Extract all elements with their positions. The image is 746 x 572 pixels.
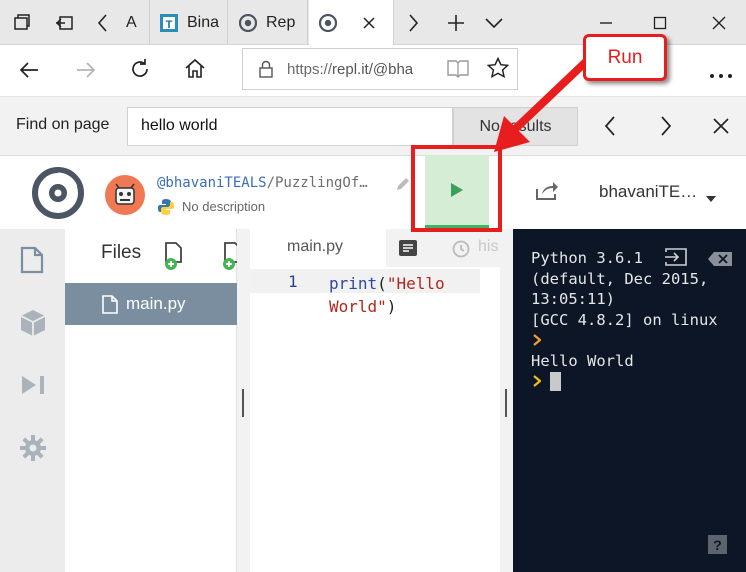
format-icon[interactable]: [399, 240, 417, 261]
set-aside-tabs-icon[interactable]: [44, 0, 84, 45]
code-paren-open: (: [377, 274, 387, 293]
lock-icon: [259, 60, 273, 78]
tab-2-label: Bina: [187, 13, 220, 31]
back-icon[interactable]: [17, 58, 41, 87]
teals-favicon-icon: T: [160, 13, 178, 32]
close-tab-icon[interactable]: [362, 16, 376, 30]
sidebar-rail: [0, 229, 65, 572]
tab-4-active[interactable]: [309, 0, 394, 45]
window-close-icon[interactable]: [700, 0, 738, 45]
python-icon: [157, 198, 175, 221]
find-close-icon[interactable]: [712, 117, 730, 140]
replit-favicon-icon: [239, 13, 257, 32]
avatar-icon[interactable]: [104, 174, 146, 221]
help-button[interactable]: ?: [708, 535, 727, 554]
find-previous-icon[interactable]: [602, 115, 618, 142]
reading-view-icon[interactable]: [447, 58, 469, 83]
tab-list-icon[interactable]: [478, 0, 510, 45]
files-title: Files: [101, 242, 142, 263]
more-icon[interactable]: [709, 66, 733, 84]
tab-manager-icon[interactable]: [2, 0, 42, 45]
code-paren-close: ): [386, 297, 397, 316]
console-line: [GCC 4.8.2] on linux: [531, 310, 718, 329]
user-menu-name[interactable]: bhavaniTE…: [599, 182, 697, 202]
url-host: repl.it/@bha: [332, 60, 414, 78]
dropdown-caret-icon[interactable]: [706, 189, 716, 207]
console-cursor: [550, 372, 561, 391]
app-root: A T Bina Rep https:// repl.it/@bha Find …: [0, 0, 746, 572]
scroll-right-icon[interactable]: [398, 0, 428, 45]
scroll-left-icon[interactable]: [88, 0, 118, 45]
settings-gear-icon[interactable]: [20, 435, 46, 466]
file-item-label: main.py: [126, 294, 186, 313]
annotation-arrow-icon: [494, 52, 596, 152]
forward-icon[interactable]: [74, 58, 98, 87]
find-bar: Find on page hello world No results: [0, 97, 746, 156]
home-icon[interactable]: [183, 57, 207, 86]
new-folder-icon[interactable]: [219, 241, 237, 271]
run-callout-label: Run: [583, 34, 667, 81]
file-item-main-py[interactable]: main.py: [65, 283, 237, 325]
repl-slug[interactable]: /PuzzlingOf…: [267, 175, 368, 191]
refresh-icon[interactable]: [128, 57, 152, 86]
code-string-part1: "Hello: [386, 274, 445, 293]
file-icon: [102, 294, 118, 314]
files-editor-splitter[interactable]: [237, 229, 250, 572]
svg-text:T: T: [166, 19, 173, 31]
files-panel: [65, 229, 237, 572]
line-number: 1: [288, 272, 298, 291]
find-label: Find on page: [16, 116, 110, 133]
find-input[interactable]: hello world: [127, 107, 453, 146]
debugger-icon[interactable]: [21, 375, 47, 400]
tab-1[interactable]: A: [122, 0, 150, 45]
replit-logo-icon[interactable]: [31, 166, 85, 225]
editor-console-splitter[interactable]: [500, 229, 513, 572]
share-icon[interactable]: [535, 181, 559, 206]
code-func: print: [329, 274, 378, 293]
replit-favicon-icon: [319, 13, 337, 32]
code-string-part2: World": [329, 297, 387, 316]
repl-owner[interactable]: @bhavaniTEALS: [157, 175, 267, 191]
tab-3-label: Rep: [266, 13, 296, 31]
repl-description[interactable]: No description: [182, 199, 265, 214]
tab-3[interactable]: Rep: [229, 0, 308, 45]
console-output: Python 3.6.1 (default, Dec 2015, 13:05:11)…: [531, 248, 741, 392]
repl-title[interactable]: @bhavaniTEALS/PuzzlingOf…: [157, 175, 368, 191]
history-label[interactable]: his: [478, 238, 500, 256]
edit-pencil-icon[interactable]: [395, 176, 411, 197]
console-line: 13:05:11): [531, 290, 615, 308]
repl-header: @bhavaniTEALS/PuzzlingOf… No description…: [0, 156, 746, 229]
new-tab-icon[interactable]: [440, 0, 472, 45]
url-prefix: https://: [287, 60, 333, 78]
find-next-icon[interactable]: [658, 115, 674, 142]
console-prompt-icon: [533, 375, 541, 387]
console-line: (default, Dec 2015,: [531, 269, 709, 288]
packages-icon[interactable]: [20, 309, 46, 342]
address-bar[interactable]: https://repl.it/@bha: [242, 48, 518, 90]
new-file-icon[interactable]: [163, 241, 187, 276]
history-icon[interactable]: [451, 239, 471, 264]
tab-1-label: A: [126, 13, 137, 31]
console-prompt-row: [531, 330, 741, 351]
editor-tab-main-py[interactable]: main.py: [287, 238, 343, 256]
console-program-output: Hello World: [531, 351, 634, 370]
tab-2[interactable]: T Bina: [150, 0, 228, 45]
code-content[interactable]: print("Hello World"): [329, 272, 445, 318]
console-line: Python 3.6.1: [531, 249, 643, 267]
console-input-row[interactable]: [531, 371, 741, 392]
console-prompt-icon: [533, 334, 541, 346]
files-icon[interactable]: [20, 246, 44, 279]
